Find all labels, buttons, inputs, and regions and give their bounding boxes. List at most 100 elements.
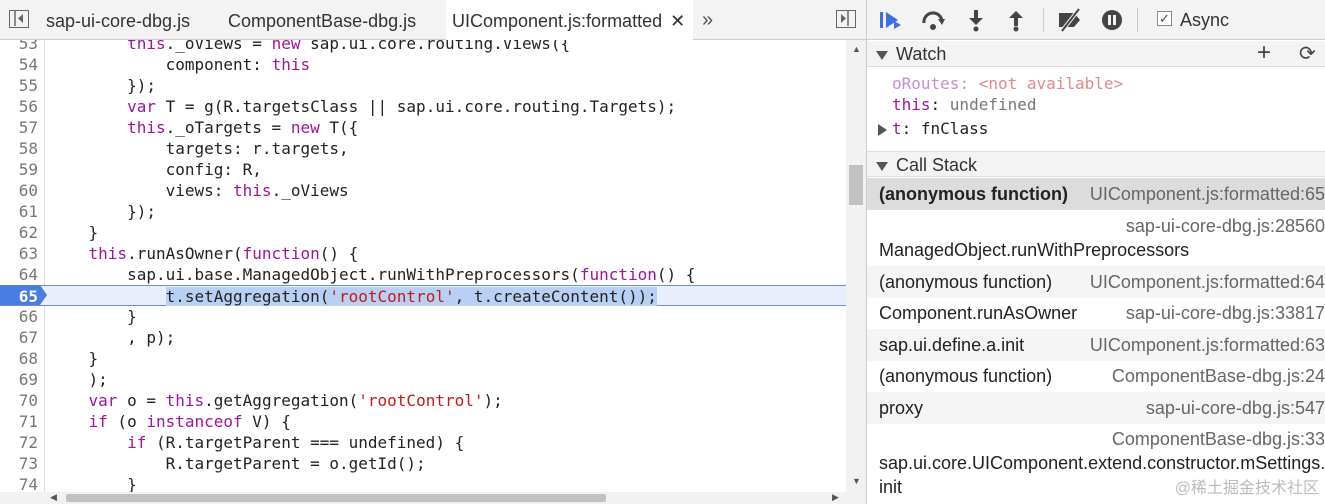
watch-item-t[interactable]: t: fnClass [878, 119, 988, 138]
code-text: var o = this.getAggregation('rootControl… [88, 391, 503, 410]
call-frame[interactable]: (anonymous function) ComponentBase-dbg.j… [867, 361, 1325, 392]
frame-name: Component.runAsOwner [879, 303, 1078, 323]
line-number[interactable]: 57 [0, 117, 38, 138]
watch-title: Watch [896, 44, 947, 64]
refresh-watch-icon[interactable]: ⟳ [1299, 41, 1316, 67]
frame-name: ManagedObject.runWithPreprocessors [879, 240, 1190, 260]
code-text: views: this._oViews [50, 181, 349, 200]
code-text: }); [50, 76, 156, 95]
line-number[interactable]: 53 [0, 40, 38, 54]
line-number[interactable]: 69 [0, 369, 38, 390]
call-frame[interactable]: sap-ui-core-dbg.js:28560 ManagedObject.r… [867, 210, 1325, 266]
call-frame[interactable]: proxy sap-ui-core-dbg.js:547 [867, 392, 1325, 424]
vertical-scrollbar[interactable]: ▲ ▼ [846, 40, 866, 492]
toggle-navigator-icon[interactable] [9, 10, 29, 28]
line-number[interactable]: 70 [0, 390, 38, 411]
line-number[interactable]: 65 [0, 286, 38, 307]
watch-item-oroutes[interactable]: oRoutes: <not available> [892, 74, 1123, 93]
code-text: if (o instanceof V) { [88, 412, 291, 431]
frame-location[interactable]: UIComponent.js:formatted:64 [1090, 272, 1325, 293]
watch-item-this[interactable]: this: undefined [892, 95, 1037, 114]
watch-value: undefined [949, 95, 1037, 114]
watch-sep: : [901, 119, 921, 138]
code-text: if (R.targetParent === undefined) { [127, 433, 465, 452]
frame-name: (anonymous function) [879, 272, 1053, 292]
frame-location[interactable]: ComponentBase-dbg.js:24 [1112, 366, 1325, 387]
call-frame[interactable]: Component.runAsOwner sap-ui-core-dbg.js:… [867, 298, 1325, 329]
horizontal-scrollbar-thumb[interactable] [66, 494, 606, 502]
code-text: this._oTargets = new T({ [127, 118, 359, 137]
add-watch-icon[interactable]: + [1257, 40, 1271, 66]
line-number[interactable]: 72 [0, 432, 38, 453]
line-number[interactable]: 60 [0, 180, 38, 201]
line-number[interactable]: 56 [0, 96, 38, 117]
call-frame[interactable]: (anonymous function) UIComponent.js:form… [867, 178, 1325, 210]
code-text: }); [50, 202, 156, 221]
async-checkbox[interactable]: ✓ [1157, 11, 1172, 26]
step-into-icon[interactable] [964, 8, 988, 32]
watch-name: t [892, 119, 902, 138]
pause-on-exceptions-icon[interactable] [1100, 8, 1124, 32]
resume-execution-icon[interactable] [879, 8, 903, 32]
watch-section-header[interactable]: Watch + ⟳ [867, 40, 1325, 67]
code-text: this.runAsOwner(function() { [88, 244, 359, 263]
more-tabs-button[interactable]: » [702, 0, 713, 40]
frame-name: (anonymous function) [879, 184, 1068, 204]
toggle-debugger-sidebar-icon[interactable] [836, 10, 856, 28]
line-number[interactable]: 63 [0, 243, 38, 264]
selected-code: t.setAggregation('rootControl', t.create… [165, 287, 657, 306]
line-number[interactable]: 55 [0, 75, 38, 96]
code-line: 70 var o = this.getAggregation('rootCont… [0, 390, 846, 411]
line-number[interactable]: 62 [0, 222, 38, 243]
scroll-left-icon[interactable]: ◀ [50, 492, 57, 503]
code-line: 66 } [0, 306, 846, 327]
scroll-right-icon[interactable]: ▶ [832, 492, 839, 503]
watch-name: this [892, 95, 931, 114]
tab-uicomponent-formatted[interactable]: UIComponent.js:formatted ✕ [446, 0, 694, 41]
code-line: 55 }); [0, 75, 846, 96]
code-line: 71 if (o instanceof V) { [0, 411, 846, 432]
code-view[interactable]: 53 this._oViews = new sap.ui.core.routin… [0, 40, 846, 492]
close-tab-icon[interactable]: ✕ [670, 11, 685, 31]
callstack-section-header[interactable]: Call Stack [867, 151, 1325, 177]
line-number[interactable]: 66 [0, 306, 38, 327]
scroll-down-icon[interactable]: ▼ [852, 476, 861, 486]
scroll-up-icon[interactable]: ▲ [852, 44, 861, 54]
async-label: Async [1180, 10, 1230, 30]
frame-location[interactable]: sap-ui-core-dbg.js:547 [1146, 398, 1325, 419]
line-number[interactable]: 67 [0, 327, 38, 348]
collapse-triangle-icon [876, 50, 888, 60]
frame-location[interactable]: sap-ui-core-dbg.js:28560 [1126, 216, 1325, 237]
code-text: ); [50, 370, 108, 389]
frame-location[interactable]: ComponentBase-dbg.js:33 [1112, 429, 1325, 450]
step-over-icon[interactable] [921, 8, 945, 32]
call-frame[interactable]: (anonymous function) UIComponent.js:form… [867, 266, 1325, 298]
line-number[interactable]: 58 [0, 138, 38, 159]
code-text: config: R, [50, 160, 262, 179]
line-number[interactable]: 73 [0, 453, 38, 474]
code-line: 53 this._oViews = new sap.ui.core.routin… [0, 40, 846, 54]
deactivate-breakpoints-icon[interactable] [1057, 7, 1081, 33]
line-number[interactable]: 59 [0, 159, 38, 180]
frame-location[interactable]: UIComponent.js:formatted:63 [1090, 335, 1325, 356]
frame-location[interactable]: UIComponent.js:formatted:65 [1090, 184, 1325, 205]
frame-name: sap.ui.core.UIComponent.extend.construct… [879, 453, 1325, 473]
line-number[interactable]: 71 [0, 411, 38, 432]
line-number[interactable]: 54 [0, 54, 38, 75]
line-number[interactable]: 61 [0, 201, 38, 222]
code-line: 69 ); [0, 369, 846, 390]
vertical-scrollbar-thumb[interactable] [849, 165, 863, 205]
call-frame[interactable]: sap.ui.define.a.init UIComponent.js:form… [867, 329, 1325, 361]
code-line: 61 }); [0, 201, 846, 222]
line-number[interactable]: 68 [0, 348, 38, 369]
line-number[interactable]: 64 [0, 264, 38, 285]
collapse-triangle-icon [876, 161, 888, 171]
step-out-icon[interactable] [1004, 8, 1028, 32]
tab-sap-ui-core-dbg[interactable]: sap-ui-core-dbg.js [46, 0, 190, 40]
horizontal-scrollbar[interactable]: ◀ ▶ [0, 492, 866, 504]
frame-name: proxy [879, 398, 924, 418]
line-number[interactable]: 74 [0, 474, 38, 492]
expand-triangle-icon[interactable] [878, 123, 887, 136]
frame-location[interactable]: sap-ui-core-dbg.js:33817 [1126, 303, 1325, 324]
tab-componentbase-dbg[interactable]: ComponentBase-dbg.js [228, 0, 416, 40]
